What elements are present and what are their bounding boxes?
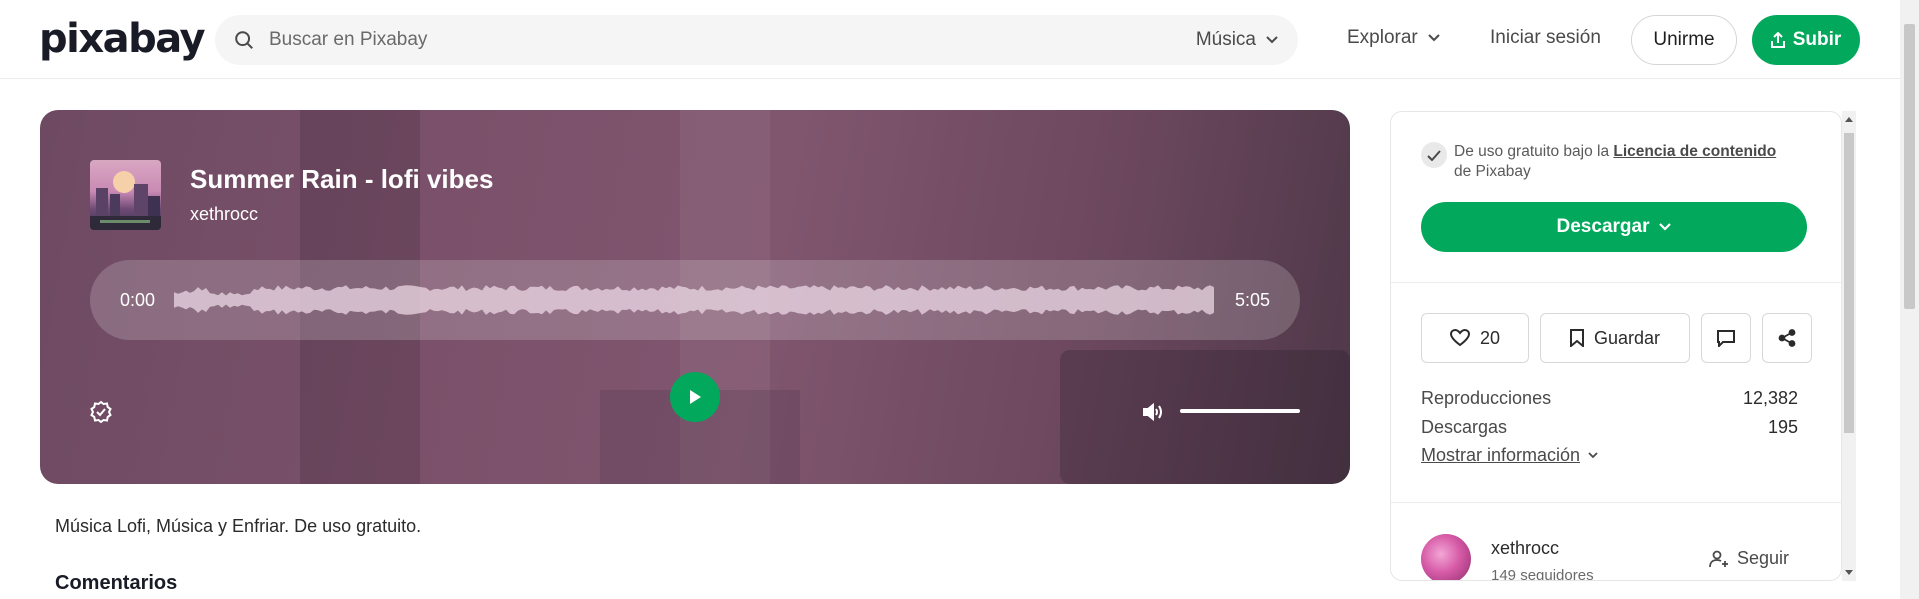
explore-label: Explorar [1347,27,1418,48]
download-sidebar: De uso gratuito bajo la Licencia de cont… [1390,111,1842,581]
comment-icon [1717,329,1735,347]
comment-button[interactable] [1701,313,1751,363]
chevron-down-icon [1588,452,1598,459]
waveform[interactable] [174,280,1214,320]
scrollbar-thumb[interactable] [1904,24,1915,309]
chevron-down-icon [1266,36,1278,44]
volume-icon[interactable] [1142,402,1164,422]
pixabay-logo[interactable]: pixabay [39,17,206,61]
upload-label: Subir [1792,29,1842,50]
scroll-down-arrow[interactable] [1845,570,1853,575]
sidebar-scrollbar[interactable] [1842,111,1856,581]
download-label: Descargar [1556,216,1650,237]
license-link[interactable]: Licencia de contenido [1613,143,1776,160]
license-prefix: De uso gratuito bajo la [1454,143,1614,160]
downloads-label: Descargas [1421,417,1508,437]
play-button[interactable] [670,372,720,422]
author-name[interactable]: xethrocc [1491,538,1559,559]
current-time: 0:00 [120,290,156,310]
more-info-label: Mostrar información [1421,445,1581,465]
scrollbar-thumb[interactable] [1844,133,1854,433]
add-user-icon [1709,550,1728,567]
license-suffix: de Pixabay [1454,163,1531,180]
login-link[interactable]: Iniciar sesión [1490,27,1601,49]
divider [1391,502,1841,503]
more-info-toggle[interactable]: Mostrar información [1421,445,1598,466]
cover-illustration [90,171,161,230]
search-category-label: Música [1195,29,1256,50]
track-artist[interactable]: xethrocc [190,204,258,225]
check-icon [1421,142,1447,168]
author-avatar[interactable] [1421,534,1471,580]
play-icon [690,390,701,404]
like-button[interactable]: 20 [1421,313,1529,363]
author-followers: 149 seguidores [1491,567,1594,581]
track-title: Summer Rain - lofi vibes [190,164,494,194]
follow-button[interactable]: Seguir [1709,548,1789,569]
track-description: Música Lofi, Música y Enfriar. De uso gr… [55,516,422,536]
downloads-value: 195 [1767,417,1798,437]
search-icon [235,31,253,49]
top-header: pixabay Música Explorar Iniciar sesión U… [0,0,1919,79]
share-button[interactable] [1762,313,1812,363]
follow-label: Seguir [1737,548,1790,568]
search-bar[interactable]: Música [215,15,1298,65]
search-input[interactable] [269,15,1069,65]
likes-count: 20 [1479,327,1501,348]
explore-menu[interactable]: Explorar [1347,27,1440,49]
waveform-shape [174,285,1214,315]
scroll-up-arrow[interactable] [1845,117,1853,122]
bookmark-icon [1569,329,1584,347]
upload-icon [1770,32,1785,48]
audio-player: Summer Rain - lofi vibes xethrocc 0:00 5… [40,110,1350,484]
track-cover-art [90,160,161,230]
volume-slider[interactable] [1180,409,1300,413]
upload-button[interactable]: Subir [1752,15,1860,65]
license-notice: De uso gratuito bajo la Licencia de cont… [1421,142,1801,182]
chevron-down-icon [1428,34,1440,42]
page-scrollbar[interactable] [1900,0,1919,599]
search-category-dropdown[interactable]: Música [1196,15,1278,65]
join-button[interactable]: Unirme [1631,15,1737,65]
background-blur [1060,350,1350,484]
save-button[interactable]: Guardar [1540,313,1690,363]
divider [1391,282,1841,283]
total-time: 5:05 [1235,290,1271,310]
heart-icon [1449,329,1470,347]
plays-value: 12,382 [1742,388,1798,408]
comments-heading: Comentarios [55,572,178,594]
plays-label: Reproducciones [1421,388,1552,408]
chevron-down-icon [1659,223,1672,231]
download-button[interactable]: Descargar [1421,202,1807,252]
share-icon [1778,329,1796,347]
verified-badge-icon[interactable] [89,400,113,424]
save-label: Guardar [1593,327,1661,348]
